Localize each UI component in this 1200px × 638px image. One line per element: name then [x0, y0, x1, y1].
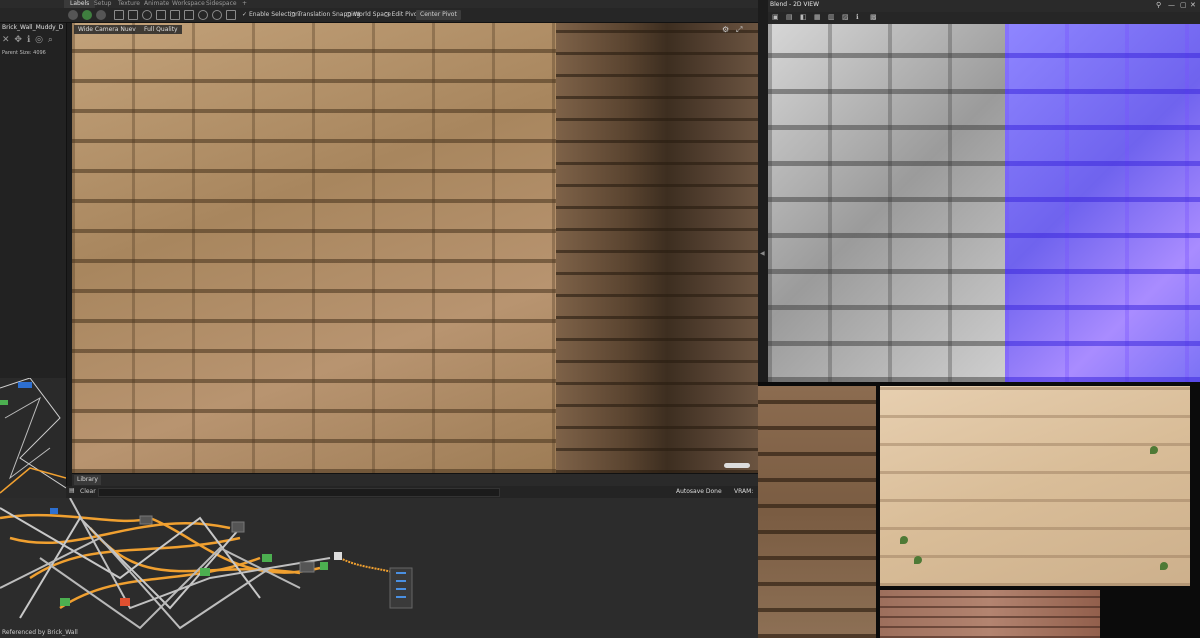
save-icon[interactable]: ▣ [772, 13, 779, 21]
plant-leaf [914, 556, 922, 564]
transform-icon[interactable] [170, 10, 180, 20]
plant-leaf [1150, 446, 1158, 454]
3d-viewport[interactable]: Wide Camera Nuev Full Quality ⚙ ⤢ [72, 23, 758, 473]
copy-icon[interactable]: ▤ [786, 13, 793, 21]
quality-dropdown[interactable]: Full Quality [140, 25, 182, 34]
move-icon[interactable]: ✥ [14, 35, 22, 45]
autosave-status: Autosave Done [676, 488, 722, 495]
reference-photo-mud-brick [758, 386, 876, 638]
translate-gizmo-icon[interactable] [128, 10, 138, 20]
center-pivot-button[interactable]: Center Pivot [416, 10, 461, 20]
graph-overview[interactable] [0, 378, 66, 498]
height-map-texture [768, 24, 1005, 382]
plant-leaf [1160, 562, 1168, 570]
log-search-input[interactable] [98, 488, 500, 497]
log-filter-icon[interactable]: ▤ [69, 487, 75, 494]
circle-select-icon[interactable] [198, 10, 208, 20]
rotate-globe-icon[interactable] [142, 10, 152, 20]
library-tab[interactable]: Library [74, 475, 101, 485]
pin-icon[interactable]: ⚲ [1156, 1, 1161, 9]
parent-size-label: Parent Size: [2, 50, 32, 56]
plant-leaf [900, 536, 908, 544]
light-rotation-slider[interactable] [724, 463, 750, 468]
panel-tools: ✕ ✥ ℹ ◎ ⌕ [2, 35, 53, 45]
viewport-maximize-icon[interactable]: ⤢ [736, 25, 742, 35]
panel-divider[interactable]: ◀ [758, 0, 768, 382]
normal-map-texture [1005, 24, 1200, 382]
minimize-icon[interactable]: — [1168, 1, 1175, 9]
graph-overview-wires [0, 378, 66, 494]
viewport-settings-icon[interactable]: ⚙ [722, 25, 729, 34]
brick-cylinder-preview [556, 23, 758, 473]
add-tab-button[interactable]: + [236, 0, 253, 8]
reference-photos [758, 382, 1200, 638]
brick-plane-preview [72, 23, 558, 473]
maximize-icon[interactable]: ▢ [1180, 1, 1187, 9]
edit-pivot-toggle[interactable]: ▢ Edit Pivot [384, 10, 420, 20]
2d-view-title: Blend - 2D VIEW [770, 1, 820, 8]
camera-dropdown[interactable]: Wide Camera Nuev [74, 25, 140, 34]
lasso-icon[interactable] [212, 10, 222, 20]
info-icon[interactable]: ℹ [27, 35, 30, 45]
select-arrow-icon[interactable] [114, 10, 124, 20]
histogram-icon[interactable]: ▨ [842, 13, 849, 21]
channel-icon[interactable]: ◧ [800, 13, 807, 21]
clear-log-button[interactable]: Clear [80, 487, 96, 497]
target-icon[interactable]: ◎ [35, 35, 43, 45]
node-graph-wires [0, 498, 413, 630]
search-icon[interactable]: ⌕ [48, 35, 53, 45]
reference-photo-red-brick [880, 590, 1100, 638]
image-icon[interactable]: ▩ [870, 13, 877, 21]
node-graph[interactable]: Referenced by Brick_Wall [0, 498, 758, 638]
reference-photo-plastered-wall [880, 386, 1190, 586]
referenced-by-label: Referenced by Brick_Wall [2, 629, 78, 636]
tile-icon[interactable]: ▦ [814, 13, 821, 21]
material-sphere-icon[interactable] [68, 10, 78, 20]
info-panel-icon[interactable]: ℹ [856, 13, 859, 21]
levels-icon[interactable]: ▥ [828, 13, 835, 21]
parent-size-value: 4096 [33, 50, 46, 56]
collapse-arrow-icon[interactable]: ◀ [760, 250, 765, 257]
shaded-sphere-icon[interactable] [96, 10, 106, 20]
marquee-select-icon[interactable] [184, 10, 194, 20]
close-panel-icon[interactable]: ✕ [1190, 1, 1196, 9]
scale-gizmo-icon[interactable] [156, 10, 166, 20]
parent-size-field[interactable]: Parent Size: 4096 [2, 50, 46, 56]
close-icon[interactable]: ✕ [2, 35, 10, 45]
library-bar: Library [72, 473, 758, 486]
2d-view-toolbar: ▣ ▤ ◧ ▦ ▥ ▨ ℹ ▩ [768, 12, 1200, 24]
snap-grid-icon[interactable] [226, 10, 236, 20]
lit-sphere-icon[interactable] [82, 10, 92, 20]
2d-view-panel[interactable]: Blend - 2D VIEW ⚲ — ▢ ✕ ▣ ▤ ◧ ▦ ▥ ▨ ℹ ▩ [768, 0, 1200, 382]
graph-title: Brick_Wall_Muddy_D [2, 24, 64, 31]
